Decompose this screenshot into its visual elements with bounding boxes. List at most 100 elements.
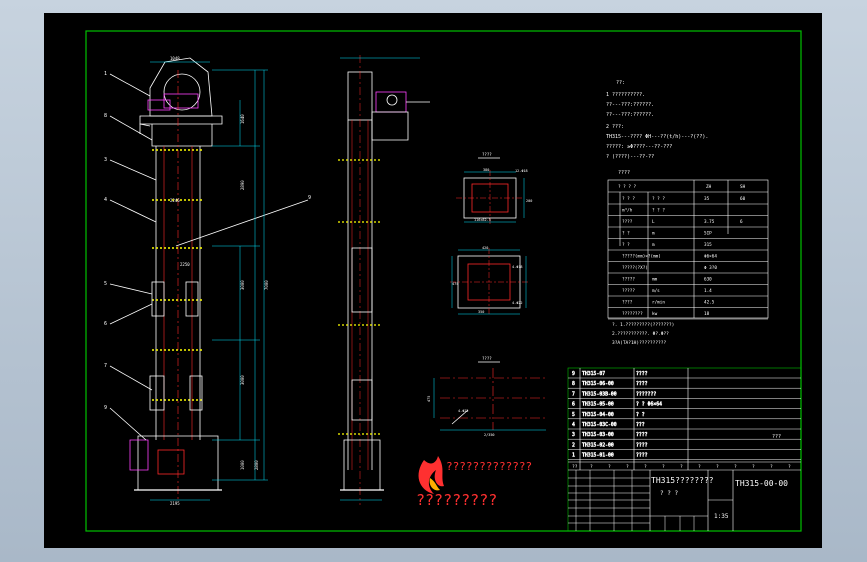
cad-viewport: 1 8 3 4 9 5 6 7 9 1048 1640 2890 3000 70… [0, 0, 867, 562]
footnote-2: 2.???????????. Φ?.Φ?? [612, 331, 669, 337]
spec-table-rows: ? ? ? ? ZH SH ? ? ? ? ? ? 35 60 m³/h ? ? ????? L 3… [608, 184, 768, 320]
part-row-code: TH315-03B-00 [582, 391, 617, 397]
spec-table-title: ???? [618, 170, 630, 176]
part-row-code: TH315-03C-00 [582, 422, 617, 428]
part-row-name: ???? [636, 442, 648, 448]
dim-mid: 3000 [240, 280, 245, 290]
part-label-6: 6 [104, 321, 107, 327]
spec-cell-zh: 35 [704, 196, 710, 202]
title-header-cell: ? [716, 464, 719, 470]
section-b-dim-left: 475 [452, 282, 458, 286]
title-header-cell: ? [788, 464, 791, 470]
dim-casing: 2250 [180, 262, 190, 267]
notes-line-1: 1 ??????????. [606, 92, 645, 98]
section-a-dims: 380 12-Φ18 200 116×82.5 [474, 168, 532, 222]
part-row-number: 6 [572, 402, 575, 408]
part-row-number: 2 [572, 442, 575, 448]
part-label-7: 7 [104, 363, 107, 369]
spec-cell-sh: 6 [740, 219, 743, 225]
dim-casing2: 2246 [170, 198, 180, 203]
title-block-text: TH315???????? ? ? ? TH315-00-00 1:35 ??? [651, 434, 788, 520]
part-label-3: 3 [104, 157, 107, 163]
spec-header-sh: SH [740, 184, 746, 190]
spec-cell-unit: r/min [652, 300, 665, 306]
section-a-dim-top: 380 [483, 168, 489, 172]
part-row-code: TH315-05-00 [582, 402, 614, 408]
section-b-dim-holes: 4-Φ18 [512, 265, 523, 269]
part-label-9b: 9 [104, 405, 107, 411]
elevator-front-view [109, 57, 309, 501]
part-row-code: TH315-02-00 [582, 442, 614, 448]
spec-cell-param: m³/h [622, 208, 633, 214]
spec-cell-unit: m/s [652, 288, 660, 294]
front-view-dims: 1048 1640 2890 3000 7000 3000 1000 2800 … [170, 56, 269, 506]
part-label-4: 4 [104, 197, 107, 203]
dim-width-top: 1048 [170, 56, 180, 61]
spec-cell-sh: 60 [740, 196, 746, 202]
spec-cell-unit: L [652, 219, 655, 225]
notes-line-3: ??---???:??????. [606, 112, 654, 118]
notes-line-6: ?????: ≥Φ????---??-??? [606, 144, 672, 150]
section-b-dim-top: 420 [482, 246, 488, 250]
part-row-code: TH315-01-00 [582, 453, 614, 459]
drawing-scale: 1:35 [714, 513, 729, 520]
section-a-dim-holes: 12-Φ18 [515, 169, 528, 173]
title-header-cell: ? [626, 464, 629, 470]
part-label-9a: 9 [308, 195, 311, 201]
spec-cell-param: ? ? ? [622, 196, 635, 202]
logo-text-2: ????????? [416, 491, 497, 509]
spec-cell-zh: 630 [704, 277, 712, 283]
spec-cell-zh: 3.75 [704, 219, 715, 225]
bottom-dim-width: 2/350 [484, 433, 495, 437]
spec-cell-zh: 42.5 [704, 300, 715, 306]
title-header-cell: ? [770, 464, 773, 470]
dim-total: 7000 [264, 280, 269, 290]
part-row-name: ???? [636, 432, 648, 438]
part-row-number: 7 [572, 391, 575, 397]
part-row-number: 8 [572, 381, 575, 387]
part-row-number: 5 [572, 412, 575, 418]
spec-cell-zh: Φ6×64 [704, 254, 717, 260]
anchor-plan-view: ???? [433, 356, 546, 431]
parts-list: 9 TH315-07 ???? 8 TH315-06-00 ???? 7 TH315-03B-… [568, 371, 801, 460]
title-header-cell: ? [608, 464, 611, 470]
spec-cell-param: ???????? [622, 311, 643, 317]
title-header-cell: ? [644, 464, 647, 470]
spec-cell-unit: mm [652, 278, 658, 283]
spec-cell-param: ?????(mm)×?(mm) [622, 254, 661, 260]
section-b-dim-bottom: 350 [478, 310, 484, 314]
part-label-1: 1 [104, 71, 107, 77]
spec-cell-zh: 315 [704, 242, 712, 248]
part-label-5: 5 [104, 281, 107, 287]
spec-cell-param: ???? [622, 300, 633, 306]
notes-line-2: ??---???:??????. [606, 102, 654, 108]
footnote-1: ?. 1.?????????(???????) [612, 322, 674, 328]
part-row-name: ???? [636, 453, 648, 459]
bottom-view-title: ???? [482, 356, 492, 361]
spec-cell-unit: ? ? ? [652, 196, 665, 202]
title-header-cell: ? [680, 464, 683, 470]
dim-base: 2195 [170, 501, 180, 506]
spec-footnotes: ?. 1.?????????(???????) 2.???????????. Φ… [612, 322, 674, 346]
spec-cell-param: ????? [622, 277, 635, 283]
part-row-code: TH315-03-00 [582, 432, 614, 438]
spec-cell-zh: 1.4 [704, 288, 712, 294]
part-row-number: 4 [572, 422, 575, 428]
spec-header-zh: ZH [706, 184, 712, 190]
part-row-name: ??????? [636, 391, 656, 397]
part-row-name: ??? [636, 422, 645, 428]
title-header-cell: ?? [572, 464, 578, 470]
part-row-name: ???? [636, 371, 648, 377]
spec-cell-zh: 5IP [704, 231, 712, 237]
section-view-a: ???? [456, 152, 525, 226]
bottom-dim-left: 475 [427, 396, 431, 402]
dim-boot: 1000 [240, 460, 245, 470]
section-title: ???? [482, 152, 492, 157]
dim-head: 1640 [240, 114, 245, 124]
spec-cell-param: ? ? [622, 242, 630, 248]
logo-text-1: ????????????? [446, 460, 532, 473]
company-logo: ????????????? ????????? [416, 456, 532, 509]
dim-lower: 3000 [240, 375, 245, 385]
spec-cell-unit: m [652, 232, 655, 237]
part-row-number: 1 [572, 453, 575, 459]
